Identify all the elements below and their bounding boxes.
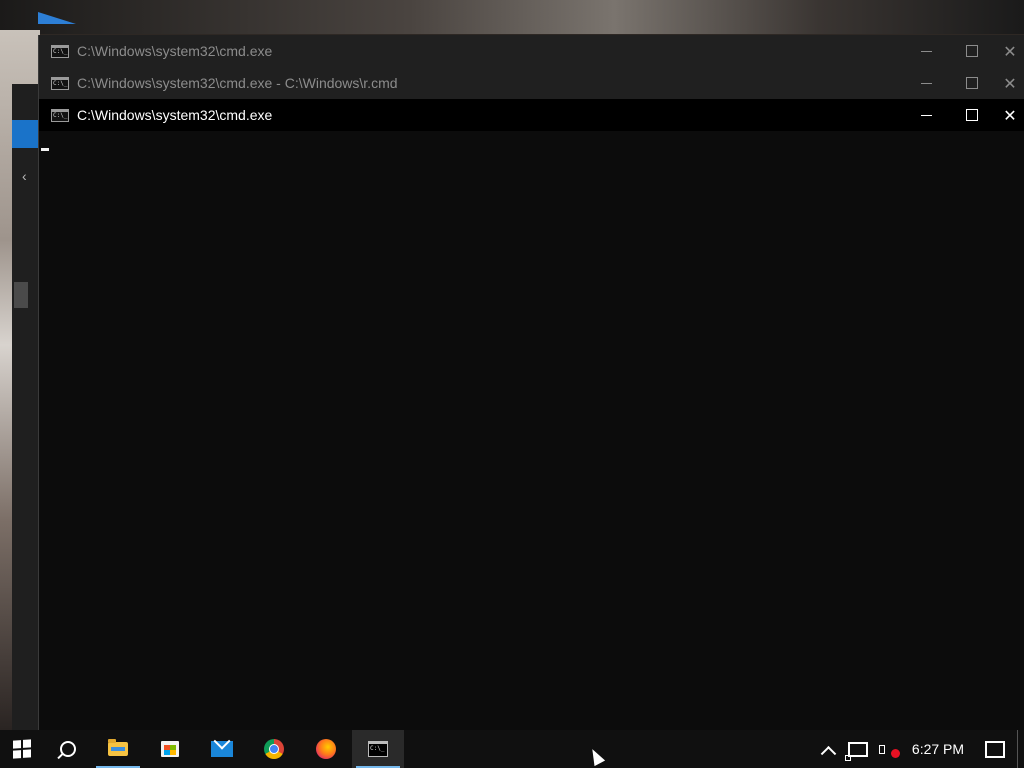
text-cursor xyxy=(41,148,49,151)
minimize-icon xyxy=(920,50,932,52)
folder-icon xyxy=(108,739,128,756)
mail-icon xyxy=(211,741,233,757)
cmd-window-active-title-bar[interactable]: C:\Windows\system32\cmd.exe ✕ xyxy=(39,99,1024,131)
firefox-icon xyxy=(316,739,336,759)
cmd-window-1-title-bar[interactable]: C:\Windows\system32\cmd.exe ✕ xyxy=(39,35,1024,67)
cmd-window-1[interactable]: C:\Windows\system32\cmd.exe ✕ xyxy=(38,35,1024,67)
cmd-window-1-controls: ✕ xyxy=(903,35,1024,67)
taskbar-chrome[interactable] xyxy=(248,730,300,768)
action-center-button[interactable] xyxy=(973,730,1017,768)
back-arrow-icon[interactable]: ‹ xyxy=(22,168,27,184)
cmd-window-active[interactable]: C:\Windows\system32\cmd.exe ✕ xyxy=(38,99,1024,730)
background-window-flag xyxy=(38,12,76,24)
cmd-window-2-controls: ✕ xyxy=(903,67,1024,99)
volume-button[interactable] xyxy=(873,730,903,768)
close-button[interactable]: ✕ xyxy=(995,99,1024,131)
background-app-scroll-thumb[interactable] xyxy=(14,282,28,308)
volume-muted-icon xyxy=(879,742,900,758)
system-tray: 6:27 PM xyxy=(813,730,1024,768)
taskbar-command-prompt[interactable] xyxy=(352,730,404,768)
clock[interactable]: 6:27 PM xyxy=(903,730,973,768)
cmd-icon xyxy=(51,44,69,58)
search-icon xyxy=(60,741,76,757)
maximize-button[interactable] xyxy=(949,67,995,99)
close-icon: ✕ xyxy=(1003,41,1017,61)
cmd-window-2[interactable]: C:\Windows\system32\cmd.exe - C:\Windows… xyxy=(38,67,1024,99)
close-button[interactable]: ✕ xyxy=(995,35,1024,67)
cmd-icon xyxy=(51,76,69,90)
taskbar: 6:27 PM xyxy=(0,730,1024,768)
minimize-button[interactable] xyxy=(903,67,949,99)
network-button[interactable] xyxy=(843,730,873,768)
chevron-up-icon xyxy=(820,745,836,762)
show-desktop-button[interactable] xyxy=(1017,730,1024,768)
windows-start-icon xyxy=(13,739,31,759)
cmd-window-active-title: C:\Windows\system32\cmd.exe xyxy=(77,107,273,123)
start-button[interactable] xyxy=(0,730,44,768)
notification-icon xyxy=(985,740,1005,758)
taskbar-file-explorer[interactable] xyxy=(92,730,144,768)
maximize-icon xyxy=(966,109,978,121)
wallpaper-top-strip xyxy=(0,0,1024,34)
maximize-button[interactable] xyxy=(949,35,995,67)
taskbar-mail[interactable] xyxy=(196,730,248,768)
taskbar-firefox[interactable] xyxy=(300,730,352,768)
search-button[interactable] xyxy=(44,730,92,768)
network-icon xyxy=(845,741,868,761)
close-icon: ✕ xyxy=(1003,73,1017,93)
taskbar-microsoft-store[interactable] xyxy=(144,730,196,768)
show-hidden-icons-button[interactable] xyxy=(813,730,843,768)
cmd-icon xyxy=(51,108,69,122)
cmd-window-active-controls: ✕ xyxy=(903,99,1024,131)
cmd-window-2-title: C:\Windows\system32\cmd.exe - C:\Windows… xyxy=(77,75,398,91)
maximize-button[interactable] xyxy=(949,99,995,131)
maximize-icon xyxy=(966,45,978,57)
cmd-window-2-title-bar[interactable]: C:\Windows\system32\cmd.exe - C:\Windows… xyxy=(39,67,1024,99)
minimize-icon xyxy=(920,82,932,84)
chrome-icon xyxy=(264,739,284,759)
minimize-button[interactable] xyxy=(903,99,949,131)
close-icon: ✕ xyxy=(1003,105,1017,125)
terminal-icon xyxy=(368,741,388,757)
console-output[interactable] xyxy=(39,131,1024,727)
maximize-icon xyxy=(966,77,978,89)
minimize-button[interactable] xyxy=(903,35,949,67)
cmd-window-1-title: C:\Windows\system32\cmd.exe xyxy=(77,43,273,59)
background-app-window[interactable]: ‹ xyxy=(12,84,41,730)
background-app-blue-button[interactable] xyxy=(12,120,40,148)
close-button[interactable]: ✕ xyxy=(995,67,1024,99)
store-icon xyxy=(161,741,179,757)
minimize-icon xyxy=(920,114,932,116)
